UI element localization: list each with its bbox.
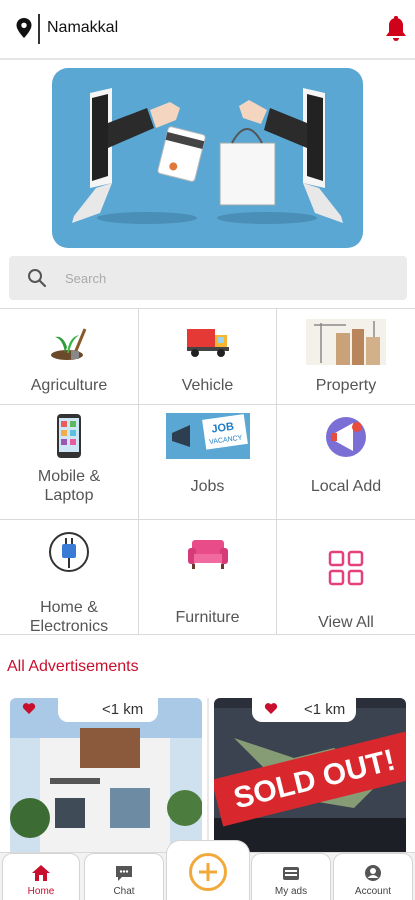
category-mobile-laptop[interactable]: Mobile & Laptop bbox=[0, 405, 139, 519]
nav-home[interactable]: Home bbox=[2, 853, 80, 900]
category-home-electronics[interactable]: Home & Electronics bbox=[0, 520, 139, 635]
category-view-all[interactable]: View All bbox=[277, 520, 415, 634]
nav-label: Home bbox=[27, 886, 55, 897]
category-furniture[interactable]: Furniture bbox=[139, 520, 277, 634]
category-label: Vehicle bbox=[181, 377, 234, 394]
bell-icon[interactable] bbox=[385, 16, 407, 42]
mobile-icon bbox=[57, 414, 81, 458]
section-title-all-ads: All Advertisements bbox=[7, 658, 139, 675]
ad-distance: <1 km bbox=[304, 701, 346, 718]
plug-icon bbox=[49, 532, 89, 572]
truck-icon bbox=[186, 329, 229, 357]
location-name[interactable]: Namakkal bbox=[47, 19, 118, 37]
ads-icon bbox=[283, 867, 299, 880]
category-label: Local Add bbox=[310, 478, 382, 495]
ad-badge: <1 km bbox=[22, 698, 158, 722]
buildings-icon bbox=[306, 319, 386, 365]
chat-icon bbox=[116, 866, 132, 881]
nav-label: Chat bbox=[113, 886, 135, 897]
category-label: Jobs bbox=[190, 478, 225, 495]
ad-card[interactable]: SOLD OUT! <1 km bbox=[214, 698, 406, 858]
ad-distance: <1 km bbox=[102, 701, 144, 718]
online-shopping-illustration bbox=[72, 88, 343, 224]
post-ad-button[interactable] bbox=[166, 840, 250, 900]
search-icon bbox=[28, 269, 47, 288]
location-divider bbox=[38, 14, 40, 44]
ad-badge: <1 km bbox=[252, 698, 356, 722]
nav-label: My ads bbox=[274, 886, 308, 897]
search-input[interactable] bbox=[65, 264, 395, 292]
nav-account[interactable]: Account bbox=[333, 853, 413, 900]
category-label: View All bbox=[318, 614, 374, 631]
category-row: Mobile & Laptop JOB VACANCY Jobs Local Ad… bbox=[0, 405, 415, 520]
add-icon bbox=[189, 853, 227, 891]
category-label: Mobile & Laptop bbox=[37, 468, 101, 504]
ad-card[interactable]: <1 km bbox=[10, 698, 202, 858]
category-row: Home & Electronics Furniture View All bbox=[0, 520, 415, 635]
megaphone-icon bbox=[326, 417, 366, 457]
sold-out-photo: SOLD OUT! bbox=[214, 698, 406, 858]
category-label: Agriculture bbox=[30, 377, 108, 394]
account-icon bbox=[365, 865, 381, 881]
nav-chat[interactable]: Chat bbox=[84, 853, 164, 900]
home-icon bbox=[32, 865, 50, 881]
category-row: Agriculture Vehicle Property bbox=[0, 308, 415, 405]
promo-banner[interactable] bbox=[52, 68, 363, 248]
map-pin-icon[interactable] bbox=[16, 18, 32, 38]
sofa-icon bbox=[187, 540, 228, 569]
category-label: Furniture bbox=[175, 609, 240, 626]
ad-divider bbox=[207, 698, 209, 858]
agriculture-icon bbox=[51, 328, 87, 360]
category-vehicle[interactable]: Vehicle bbox=[139, 309, 277, 404]
grid-icon bbox=[328, 550, 364, 586]
nav-my-ads[interactable]: My ads bbox=[251, 853, 331, 900]
heart-icon[interactable] bbox=[264, 702, 278, 715]
category-label: Property bbox=[315, 377, 377, 394]
top-bar: Namakkal bbox=[0, 0, 415, 60]
category-agriculture[interactable]: Agriculture bbox=[0, 309, 139, 404]
search-bar[interactable] bbox=[9, 256, 407, 300]
job-vacancy-icon: JOB VACANCY bbox=[165, 413, 250, 459]
category-label: Home & Electronics bbox=[29, 599, 109, 635]
category-local-add[interactable]: Local Add bbox=[277, 405, 415, 519]
category-grid: Agriculture Vehicle Property Mobile & La… bbox=[0, 308, 415, 635]
category-property[interactable]: Property bbox=[277, 309, 415, 404]
house-photo bbox=[10, 698, 202, 858]
category-jobs[interactable]: JOB VACANCY Jobs bbox=[139, 405, 277, 519]
heart-icon[interactable] bbox=[22, 702, 36, 715]
nav-label: Account bbox=[354, 886, 392, 897]
